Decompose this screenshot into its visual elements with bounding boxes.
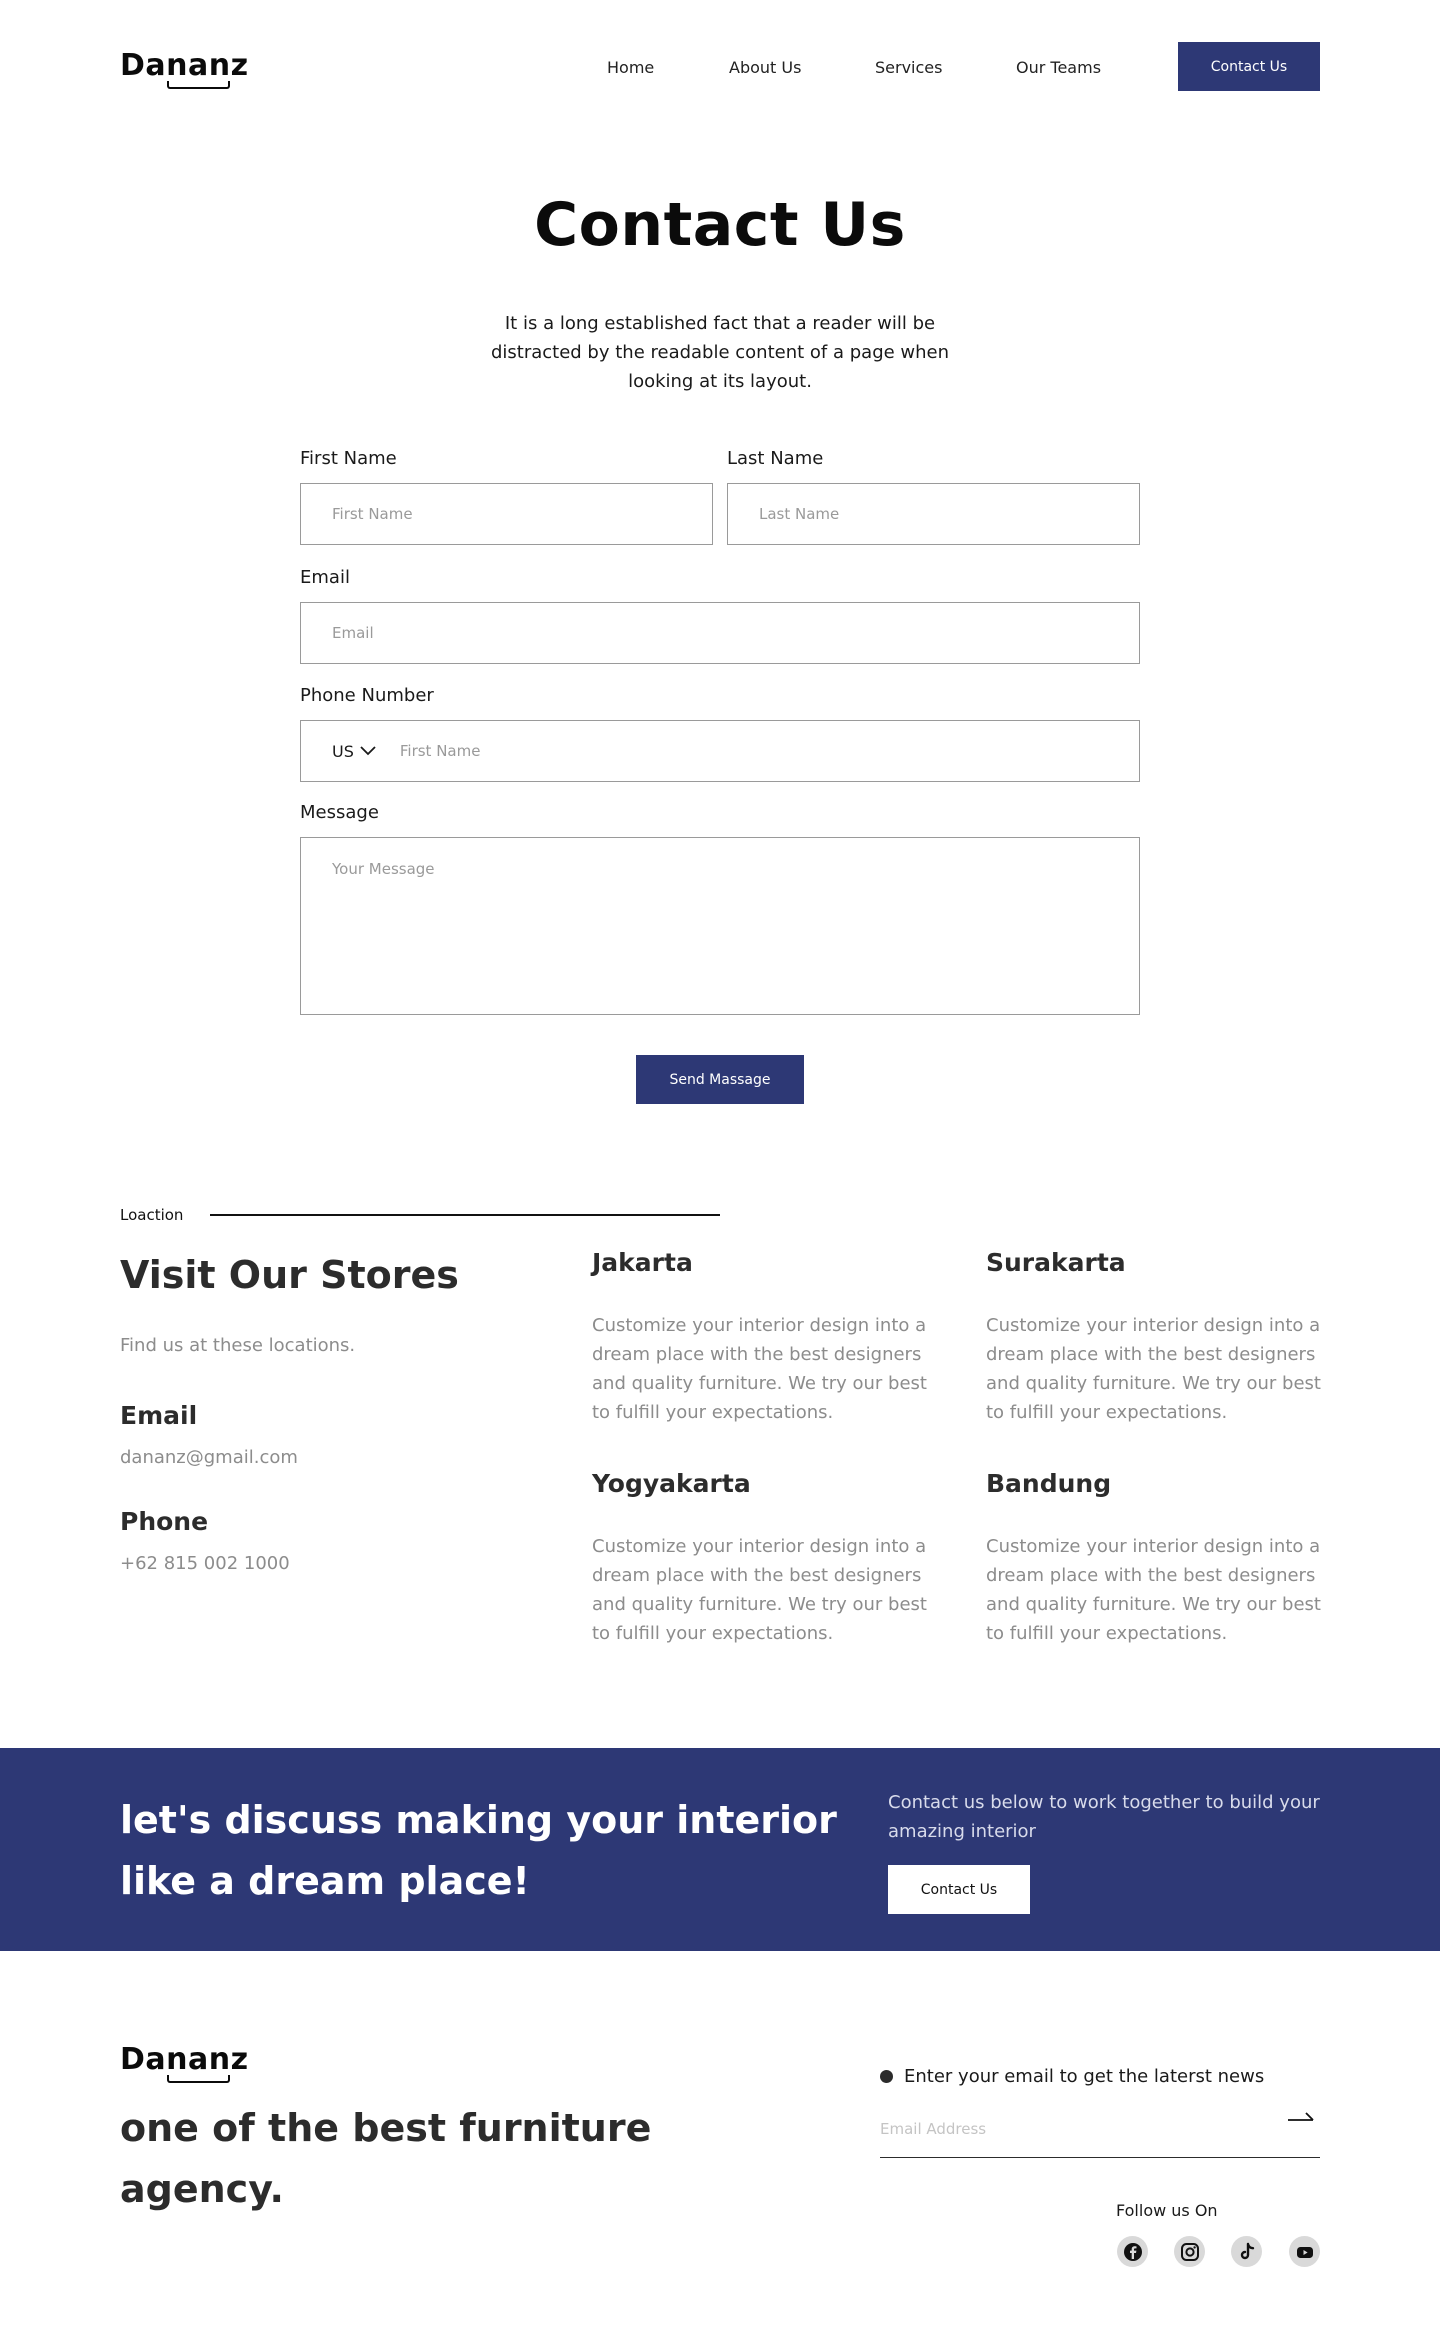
- banner-contact-button[interactable]: Contact Us: [888, 1865, 1030, 1914]
- tagline-line: agency.: [120, 2167, 284, 2211]
- store-description: Customize your interior design into a dr…: [986, 1311, 1326, 1427]
- nav-services[interactable]: Services: [875, 58, 942, 77]
- desc-line: to fulfill your expectations.: [592, 1402, 834, 1423]
- logo-text-pre: Da: [120, 48, 167, 83]
- phone-heading: Phone: [120, 1507, 209, 1536]
- nav-about-us[interactable]: About Us: [729, 58, 801, 77]
- desc-line: dream place with the best designers: [986, 1565, 1316, 1586]
- desc-line: dream place with the best designers: [986, 1344, 1316, 1365]
- desc-line: Customize your interior design into a: [986, 1536, 1321, 1557]
- logo[interactable]: Dananz: [120, 48, 249, 89]
- last-name-placeholder: Last Name: [759, 505, 840, 523]
- intro-text: It is a long established fact that a rea…: [420, 309, 1020, 396]
- desc-line: to fulfill your expectations.: [986, 1402, 1228, 1423]
- follow-label: Follow us On: [1116, 2201, 1218, 2220]
- tiktok-icon[interactable]: [1231, 2236, 1262, 2267]
- newsletter-label: Enter your email to get the laterst news: [880, 2066, 1264, 2087]
- chevron-down-icon: [360, 746, 376, 756]
- logo-text-mid: nan: [166, 48, 231, 89]
- desc-line: and quality furniture. We try our best: [592, 1594, 927, 1615]
- email-value[interactable]: dananz@gmail.com: [120, 1447, 298, 1468]
- message-field[interactable]: Your Message: [300, 837, 1140, 1015]
- logo-text-pre: Da: [120, 2042, 167, 2077]
- newsletter-email-input[interactable]: Email Address: [880, 2112, 1320, 2158]
- intro-line: looking at its layout.: [628, 371, 812, 392]
- store-city: Yogyakarta: [592, 1469, 751, 1498]
- store-description: Customize your interior design into a dr…: [592, 1532, 932, 1648]
- store-city: Surakarta: [986, 1248, 1126, 1277]
- store-card: Bandung Customize your interior design i…: [986, 1469, 1326, 1648]
- instagram-icon[interactable]: [1174, 2236, 1205, 2267]
- banner-heading: let's discuss making your interior like …: [120, 1790, 837, 1912]
- nav-home[interactable]: Home: [607, 58, 654, 77]
- newsletter-label-text: Enter your email to get the laterst news: [904, 2066, 1265, 2087]
- store-city: Jakarta: [592, 1248, 693, 1277]
- banner-text: Contact us below to work together to bui…: [888, 1788, 1320, 1846]
- email-placeholder: Email: [332, 624, 374, 642]
- banner-text-line: amazing interior: [888, 1821, 1036, 1842]
- store-description: Customize your interior design into a dr…: [986, 1532, 1326, 1648]
- store-city: Bandung: [986, 1469, 1112, 1498]
- email-heading: Email: [120, 1401, 198, 1430]
- bullet-dot-icon: [880, 2070, 893, 2083]
- desc-line: to fulfill your expectations.: [986, 1623, 1228, 1644]
- last-name-label: Last Name: [727, 448, 824, 469]
- youtube-glyph: [1296, 2246, 1313, 2258]
- section-kicker: Loaction: [120, 1206, 184, 1224]
- banner-heading-line: let's discuss making your interior: [120, 1798, 837, 1842]
- desc-line: to fulfill your expectations.: [592, 1623, 834, 1644]
- country-code: US: [332, 741, 354, 761]
- store-card: Surakarta Customize your interior design…: [986, 1248, 1326, 1427]
- footer-tagline: one of the best furniture agency.: [120, 2098, 651, 2220]
- page-title: Contact Us: [534, 190, 906, 260]
- section-divider: [210, 1214, 720, 1216]
- logo-text-mid: nan: [166, 2042, 231, 2083]
- desc-line: Customize your interior design into a: [592, 1315, 927, 1336]
- store-card: Jakarta Customize your interior design i…: [592, 1248, 932, 1427]
- country-select[interactable]: US: [332, 742, 376, 761]
- phone-field[interactable]: US First Name: [300, 720, 1140, 782]
- intro-line: distracted by the readable content of a …: [490, 342, 950, 363]
- message-placeholder: Your Message: [332, 860, 435, 878]
- phone-placeholder: First Name: [399, 742, 481, 760]
- desc-line: dream place with the best designers: [592, 1344, 922, 1365]
- desc-line: Customize your interior design into a: [592, 1536, 927, 1557]
- store-description: Customize your interior design into a dr…: [592, 1311, 932, 1427]
- header-contact-button[interactable]: Contact Us: [1178, 42, 1320, 91]
- store-card: Yogyakarta Customize your interior desig…: [592, 1469, 932, 1648]
- intro-line: It is a long established fact that a rea…: [504, 313, 936, 334]
- phone-label: Phone Number: [300, 685, 434, 706]
- email-field[interactable]: Email: [300, 602, 1140, 664]
- facebook-icon[interactable]: [1117, 2236, 1148, 2267]
- desc-line: and quality furniture. We try our best: [592, 1373, 927, 1394]
- logo-text-post: z: [230, 48, 249, 83]
- message-label: Message: [300, 802, 379, 823]
- tagline-line: one of the best furniture: [120, 2106, 652, 2150]
- locations-subheading: Find us at these locations.: [120, 1335, 356, 1356]
- first-name-field[interactable]: First Name: [300, 483, 713, 545]
- arrow-right-icon[interactable]: [1287, 2108, 1315, 2122]
- desc-line: and quality furniture. We try our best: [986, 1373, 1321, 1394]
- logo-text-post: z: [230, 2042, 249, 2077]
- cta-banner: let's discuss making your interior like …: [0, 1748, 1440, 1951]
- first-name-label: First Name: [300, 448, 397, 469]
- footer-logo[interactable]: Dananz: [120, 2042, 249, 2083]
- first-name-placeholder: First Name: [332, 505, 413, 523]
- nav-our-teams[interactable]: Our Teams: [1016, 58, 1101, 77]
- instagram-glyph: [1180, 2242, 1199, 2261]
- desc-line: Customize your interior design into a: [986, 1315, 1321, 1336]
- banner-text-line: Contact us below to work together to bui…: [888, 1792, 1320, 1813]
- locations-heading: Visit Our Stores: [120, 1253, 459, 1297]
- youtube-icon[interactable]: [1289, 2236, 1320, 2267]
- email-label: Email: [300, 567, 350, 588]
- last-name-field[interactable]: Last Name: [727, 483, 1140, 545]
- banner-heading-line: like a dream place!: [120, 1859, 530, 1903]
- desc-line: and quality furniture. We try our best: [986, 1594, 1321, 1615]
- tiktok-glyph: [1240, 2242, 1254, 2259]
- send-message-button[interactable]: Send Massage: [636, 1055, 804, 1104]
- phone-value[interactable]: +62 815 002 1000: [120, 1553, 290, 1574]
- newsletter-email-placeholder: Email Address: [880, 2120, 987, 2138]
- facebook-glyph: [1123, 2242, 1142, 2261]
- desc-line: dream place with the best designers: [592, 1565, 922, 1586]
